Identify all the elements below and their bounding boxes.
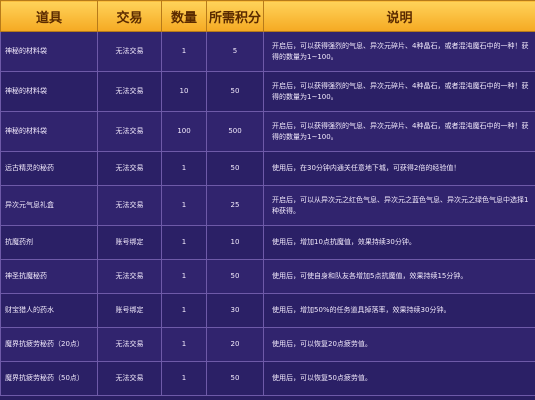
description: 开启后，可以从异次元之红色气息、异次元之蓝色气息、异次元之绿色气息中选择1种获得… <box>263 185 535 226</box>
item-name: 神秘的材料袋 <box>0 71 98 112</box>
item-name: 神圣抗魔秘药 <box>0 259 98 294</box>
table-row: 财宝猎人的药水 账号绑定 1 30 使用后，增加50%的任务道具掉落率，效果持续… <box>0 293 535 328</box>
description: 使用后，可以恢复20点疲劳值。 <box>263 327 535 362</box>
header-item: 道具 <box>0 0 98 32</box>
points-required: 50 <box>206 151 264 186</box>
trade-status: 账号绑定 <box>97 293 162 328</box>
description: 使用后，在30分钟内通关任意地下城，可获得2倍的经验值！ <box>263 151 535 186</box>
quantity: 1 <box>161 259 207 294</box>
trade-status: 无法交易 <box>97 111 162 152</box>
points-required: 10 <box>206 225 264 260</box>
description: 使用后，可使自身和队友各增加5点抗魔值，效果持续15分钟。 <box>263 259 535 294</box>
table-row: 魔界抗疲劳秘药（20点） 无法交易 1 20 使用后，可以恢复20点疲劳值。 <box>0 327 535 362</box>
header-description: 说明 <box>263 0 535 32</box>
description: 使用后，可以恢复50点疲劳值。 <box>263 361 535 396</box>
points-required: 500 <box>206 111 264 152</box>
header-quantity: 数量 <box>161 0 207 32</box>
header-points: 所需积分 <box>206 0 264 32</box>
description: 开启后，可以获得强烈的气息、异次元碎片、4种晶石，或者混沌魔石中的一种！获得的数… <box>263 111 535 152</box>
table-row: 神秘的材料袋 无法交易 10 50 开启后，可以获得强烈的气息、异次元碎片、4种… <box>0 71 535 112</box>
item-name: 魔界抗疲劳秘药（50点） <box>0 361 98 396</box>
trade-status: 无法交易 <box>97 31 162 72</box>
item-name: 神秘的材料袋 <box>0 111 98 152</box>
trade-status: 无法交易 <box>97 259 162 294</box>
points-required: 50 <box>206 71 264 112</box>
item-name: 抗魔药剂 <box>0 225 98 260</box>
description: 使用后，增加10点抗魔值，效果持续30分钟。 <box>263 225 535 260</box>
points-required: 5 <box>206 31 264 72</box>
points-required: 30 <box>206 293 264 328</box>
description: 开启后，可以获得强烈的气息、异次元碎片、4种晶石，或者混沌魔石中的一种！获得的数… <box>263 71 535 112</box>
table-row: 神圣抗魔秘药 无法交易 1 50 使用后，可使自身和队友各增加5点抗魔值，效果持… <box>0 259 535 294</box>
description: 使用后，增加50%的任务道具掉落率，效果持续30分钟。 <box>263 293 535 328</box>
trade-status: 无法交易 <box>97 151 162 186</box>
header-trade: 交易 <box>97 0 162 32</box>
quantity: 1 <box>161 151 207 186</box>
points-required: 50 <box>206 361 264 396</box>
trade-status: 账号绑定 <box>97 225 162 260</box>
quantity: 1 <box>161 225 207 260</box>
table-row: 抗魔药剂 账号绑定 1 10 使用后，增加10点抗魔值，效果持续30分钟。 <box>0 225 535 260</box>
quantity: 1 <box>161 185 207 226</box>
table-row: 魔界抗疲劳秘药（50点） 无法交易 1 50 使用后，可以恢复50点疲劳值。 <box>0 361 535 396</box>
table-row: 神秘的材料袋 无法交易 100 500 开启后，可以获得强烈的气息、异次元碎片、… <box>0 111 535 152</box>
item-name: 异次元气息礼盒 <box>0 185 98 226</box>
table-header-row: 道具 交易 数量 所需积分 说明 <box>0 0 535 32</box>
quantity: 1 <box>161 327 207 362</box>
quantity: 10 <box>161 71 207 112</box>
table-row: 神秘的材料袋 无法交易 1 5 开启后，可以获得强烈的气息、异次元碎片、4种晶石… <box>0 31 535 72</box>
item-name: 远古精灵的秘药 <box>0 151 98 186</box>
points-required: 50 <box>206 259 264 294</box>
trade-status: 无法交易 <box>97 327 162 362</box>
item-name: 神秘的材料袋 <box>0 31 98 72</box>
description: 开启后，可以获得强烈的气息、异次元碎片、4种晶石，或者混沌魔石中的一种！获得的数… <box>263 31 535 72</box>
item-table: 道具 交易 数量 所需积分 说明 神秘的材料袋 无法交易 1 5 开启后，可以获… <box>0 0 535 396</box>
quantity: 1 <box>161 293 207 328</box>
quantity: 1 <box>161 361 207 396</box>
points-required: 20 <box>206 327 264 362</box>
quantity: 1 <box>161 31 207 72</box>
trade-status: 无法交易 <box>97 71 162 112</box>
trade-status: 无法交易 <box>97 361 162 396</box>
item-name: 财宝猎人的药水 <box>0 293 98 328</box>
quantity: 100 <box>161 111 207 152</box>
table-row: 远古精灵的秘药 无法交易 1 50 使用后，在30分钟内通关任意地下城，可获得2… <box>0 151 535 186</box>
points-required: 25 <box>206 185 264 226</box>
item-name: 魔界抗疲劳秘药（20点） <box>0 327 98 362</box>
table-row: 异次元气息礼盒 无法交易 1 25 开启后，可以从异次元之红色气息、异次元之蓝色… <box>0 185 535 226</box>
trade-status: 无法交易 <box>97 185 162 226</box>
